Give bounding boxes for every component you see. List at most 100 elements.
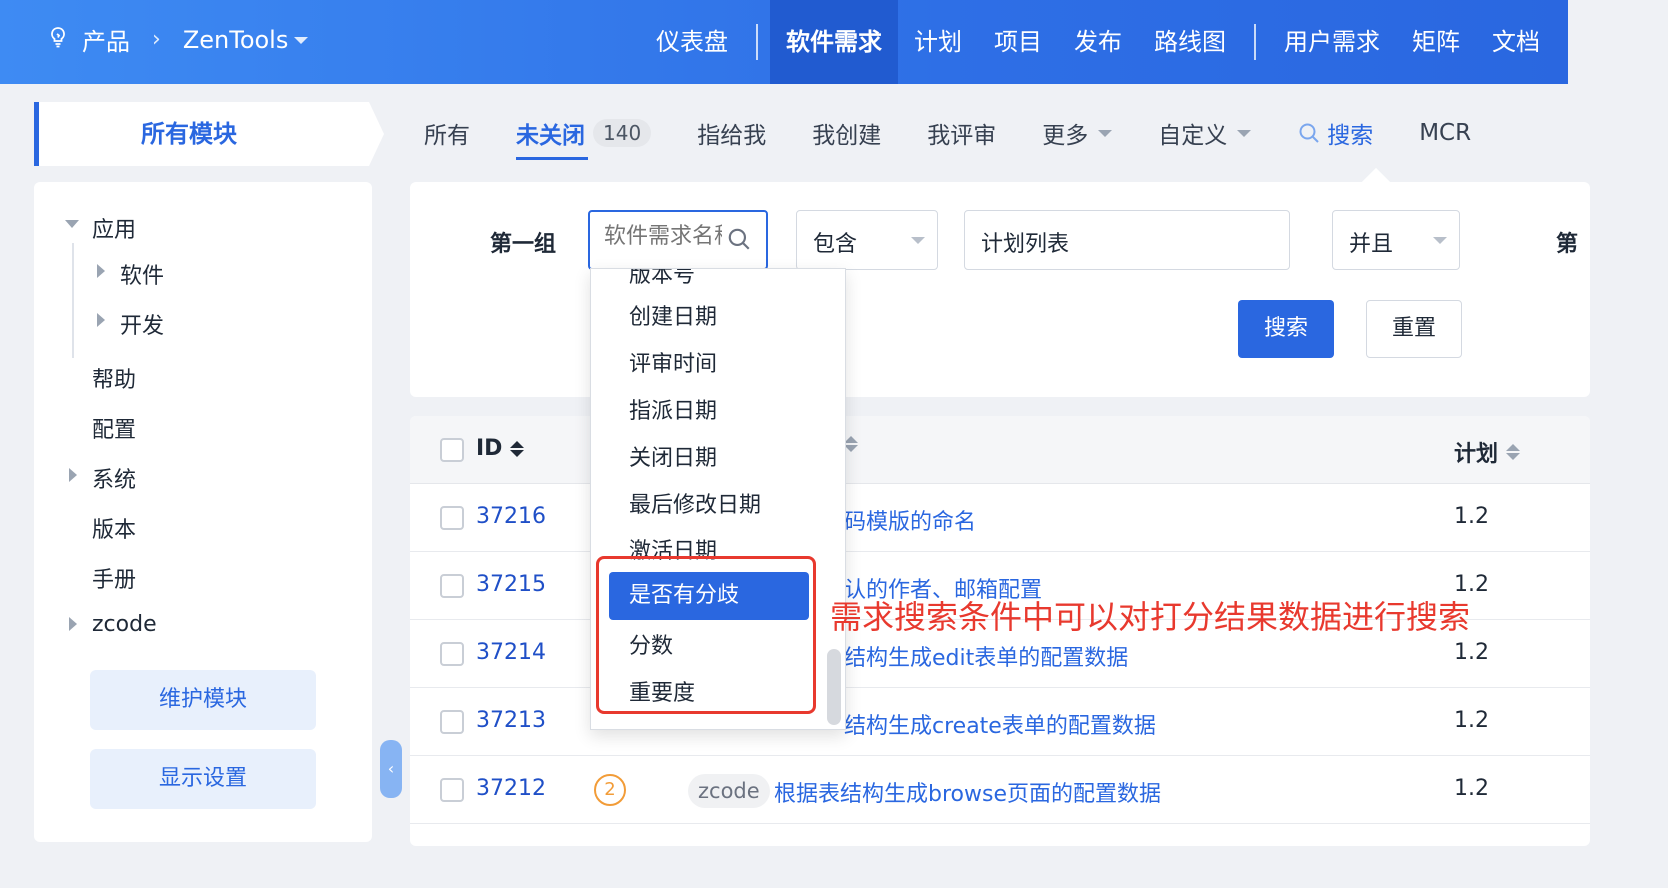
nav-docs[interactable]: 文档 <box>1476 0 1556 84</box>
product-switcher[interactable]: ZenTools <box>183 26 309 54</box>
table-row[interactable]: 37213 结构生成create表单的配置数据 1.2 <box>410 688 1590 756</box>
tab-assigned-to-me[interactable]: 指给我 <box>697 116 766 150</box>
operator-select[interactable]: 包含 <box>796 210 938 270</box>
tree-guide-line <box>72 243 74 358</box>
nav-release[interactable]: 发布 <box>1058 0 1138 84</box>
dropdown-option[interactable]: 关闭日期 <box>629 440 717 472</box>
nav-dashboard[interactable]: 仪表盘 <box>640 0 744 84</box>
maintain-modules-button[interactable]: 维护模块 <box>90 670 316 730</box>
dropdown-option[interactable]: 指派日期 <box>629 393 717 425</box>
tree-item-zcode[interactable]: zcode <box>92 612 157 637</box>
nav-roadmap[interactable]: 路线图 <box>1138 0 1242 84</box>
story-id-link[interactable]: 37216 <box>476 504 546 529</box>
annotation-text: 需求搜索条件中可以对打分结果数据进行搜索 <box>830 598 1471 636</box>
nav-divider <box>756 24 758 60</box>
row-checkbox[interactable] <box>440 778 464 802</box>
tab-unclosed[interactable]: 未关闭 140 <box>516 116 652 160</box>
tab-unclosed-label: 未关闭 <box>516 123 585 149</box>
column-id-label: ID <box>476 436 503 461</box>
main-nav: 仪表盘 软件需求 计划 项目 发布 路线图 用户需求 矩阵 文档 <box>640 0 1556 84</box>
nav-project[interactable]: 项目 <box>978 0 1058 84</box>
tab-created-by-me[interactable]: 我创建 <box>812 116 881 150</box>
expand-right-icon[interactable] <box>69 617 77 631</box>
product-breadcrumb: 产品 › ZenTools <box>46 22 309 57</box>
story-id-link[interactable]: 37213 <box>476 708 546 733</box>
story-title-link[interactable]: 码模版的命名 <box>844 504 976 536</box>
tree-item-system[interactable]: 系统 <box>92 462 136 494</box>
tree-item-help[interactable]: 帮助 <box>92 362 136 394</box>
story-title-link[interactable]: 结构生成edit表单的配置数据 <box>844 640 1128 672</box>
expand-down-icon[interactable] <box>65 220 79 228</box>
group-two-label: 第 <box>1556 232 1579 257</box>
tab-all[interactable]: 所有 <box>424 116 470 150</box>
collapse-sidebar-handle[interactable]: ‹ <box>380 740 402 798</box>
dropdown-option[interactable]: 评审时间 <box>629 346 717 378</box>
table-row[interactable]: 37212 2 zcode 根据表结构生成browse页面的配置数据 1.2 <box>410 756 1590 824</box>
tab-custom[interactable]: 自定义 <box>1158 116 1252 150</box>
search-icon <box>1299 123 1319 143</box>
tab-reviewed-by-me[interactable]: 我评审 <box>927 116 996 150</box>
search-form-panel: 第一组 包含 计划列表 并且 第 搜索 重置 <box>410 167 1590 397</box>
story-title-link[interactable]: 根据表结构生成browse页面的配置数据 <box>774 776 1161 808</box>
story-id-link[interactable]: 37212 <box>476 776 546 801</box>
row-checkbox[interactable] <box>440 574 464 598</box>
table-row[interactable]: 37216 码模版的命名 1.2 <box>410 484 1590 552</box>
caret-down-icon <box>1098 129 1113 137</box>
story-filter-tabs: 所有 未关闭 140 指给我 我创建 我评审 更多 自定义 搜索 MCR <box>424 108 1517 160</box>
product-label[interactable]: 产品 <box>82 22 130 57</box>
logic-select[interactable]: 并且 <box>1332 210 1460 270</box>
tab-custom-label: 自定义 <box>1158 123 1228 149</box>
nav-plan[interactable]: 计划 <box>898 0 978 84</box>
nav-requirements[interactable]: 用户需求 <box>1268 0 1396 84</box>
all-modules-tab[interactable]: 所有模块 <box>34 102 384 166</box>
story-plan: 1.2 <box>1454 504 1489 529</box>
row-checkbox[interactable] <box>440 506 464 530</box>
tree-item-manual[interactable]: 手册 <box>92 562 136 594</box>
nav-matrix[interactable]: 矩阵 <box>1396 0 1476 84</box>
tree-item-app[interactable]: 应用 <box>92 212 136 244</box>
column-plan-header[interactable]: 计划 <box>1454 436 1521 468</box>
nav-stories[interactable]: 软件需求 <box>770 0 898 84</box>
tab-more[interactable]: 更多 <box>1042 116 1113 150</box>
module-tag: zcode <box>688 774 770 808</box>
tree-item-version[interactable]: 版本 <box>92 512 136 544</box>
dropdown-option[interactable]: 创建日期 <box>629 299 717 331</box>
search-field-selector[interactable] <box>588 210 768 270</box>
table-header: ID 计划 <box>410 416 1590 484</box>
story-title-link[interactable]: 结构生成create表单的配置数据 <box>844 708 1156 740</box>
dropdown-option[interactable]: 版本号 <box>629 269 695 289</box>
panel-pointer <box>1361 167 1391 197</box>
sort-icon <box>844 436 858 452</box>
tab-mcr[interactable]: MCR <box>1419 120 1471 146</box>
story-id-link[interactable]: 37214 <box>476 640 546 665</box>
expand-right-icon[interactable] <box>69 468 77 482</box>
column-title-header[interactable] <box>844 436 858 452</box>
reset-button[interactable]: 重置 <box>1366 300 1462 358</box>
display-settings-button[interactable]: 显示设置 <box>90 749 316 809</box>
search-field-input[interactable] <box>604 224 722 249</box>
column-id-header[interactable]: ID <box>476 436 525 461</box>
story-id-link[interactable]: 37215 <box>476 572 546 597</box>
story-plan: 1.2 <box>1454 708 1489 733</box>
story-plan: 1.2 <box>1454 640 1489 665</box>
chevron-right-icon: › <box>152 27 161 52</box>
search-value-text: 计划列表 <box>981 232 1070 257</box>
expand-right-icon[interactable] <box>97 313 105 327</box>
dropdown-option[interactable]: 最后修改日期 <box>629 487 761 519</box>
product-name: ZenTools <box>182 25 289 54</box>
dropdown-scrollbar[interactable] <box>827 649 841 725</box>
search-button[interactable]: 搜索 <box>1238 300 1334 358</box>
row-checkbox[interactable] <box>440 710 464 734</box>
tab-search[interactable]: 搜索 <box>1297 116 1373 150</box>
expand-right-icon[interactable] <box>97 264 105 278</box>
tree-item-dev[interactable]: 开发 <box>120 308 164 340</box>
select-all-checkbox[interactable] <box>440 438 464 462</box>
search-value-input[interactable]: 计划列表 <box>964 210 1290 270</box>
tree-item-software[interactable]: 软件 <box>120 258 164 290</box>
row-checkbox[interactable] <box>440 642 464 666</box>
caret-down-icon <box>1237 129 1252 137</box>
unclosed-count-badge: 140 <box>593 119 652 147</box>
module-tree-panel <box>34 182 372 842</box>
tree-item-config[interactable]: 配置 <box>92 412 136 444</box>
top-navbar: 产品 › ZenTools 仪表盘 软件需求 计划 项目 发布 路线图 用户需求… <box>0 0 1568 84</box>
